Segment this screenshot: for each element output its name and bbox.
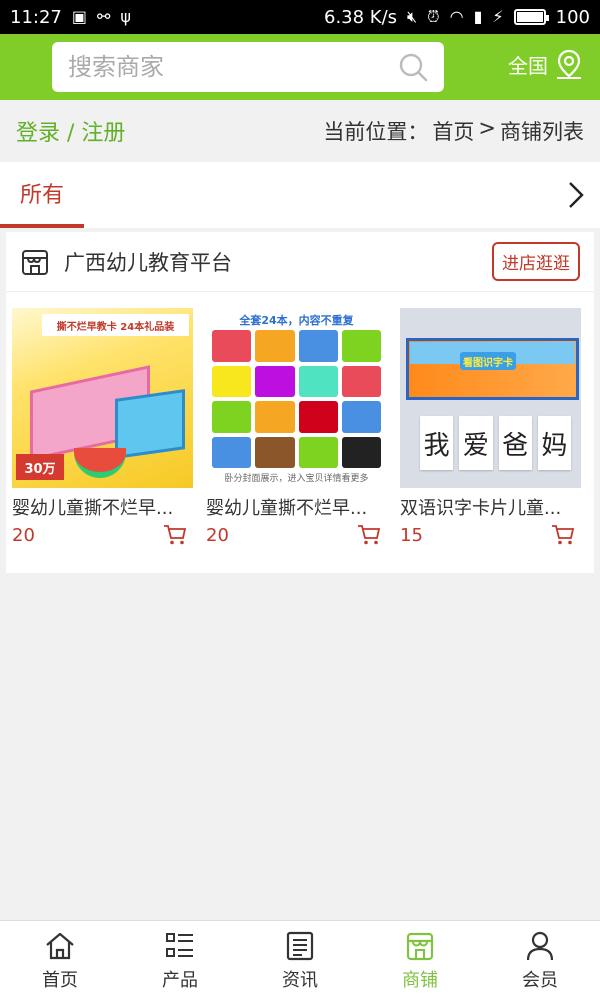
charging-icon: ⚡︎ xyxy=(492,7,504,26)
breadcrumb-separator: > xyxy=(478,116,496,140)
nav-label: 资讯 xyxy=(282,969,318,991)
word-card: 我 xyxy=(420,416,454,470)
word-card: 爸 xyxy=(498,416,532,470)
network-speed: 6.38 K/s xyxy=(324,6,398,28)
user-icon xyxy=(526,931,554,960)
product-image-sign: 看图识字卡 xyxy=(460,352,516,370)
header: 全国 xyxy=(0,34,600,100)
nav-item-news[interactable]: 资讯 xyxy=(240,921,360,1000)
product-item[interactable]: 看图识字卡 我 爱 爸 妈 双语识字卡片儿童... 15 xyxy=(400,308,581,546)
product-image[interactable]: 撕不烂早教卡 24本礼品装 30万 xyxy=(12,308,193,488)
watermelon-illustration xyxy=(74,448,126,478)
visit-shop-button[interactable]: 进店逛逛 xyxy=(492,242,580,281)
product-image[interactable]: 看图识字卡 我 爱 爸 妈 xyxy=(400,308,581,488)
shop-icon xyxy=(406,932,434,960)
breadcrumb-home[interactable]: 首页 xyxy=(432,116,474,146)
nav-label: 商铺 xyxy=(402,969,438,991)
login-register-link[interactable]: 登录 / 注册 xyxy=(16,115,125,147)
status-time: 11:27 xyxy=(10,6,62,28)
shop-card: 广西幼儿教育平台 进店逛逛 撕不烂早教卡 24本礼品装 30万 婴幼儿童撕不烂早… xyxy=(6,232,594,573)
word-card: 妈 xyxy=(537,416,571,470)
chevron-right-icon[interactable] xyxy=(566,180,586,210)
tab-all[interactable]: 所有 xyxy=(0,162,84,228)
wifi-icon: ◠ xyxy=(449,7,464,26)
product-image-tag: 30万 xyxy=(16,454,64,480)
usb-icon: ψ xyxy=(120,7,131,26)
product-list: 撕不烂早教卡 24本礼品装 30万 婴幼儿童撕不烂早... 20 全套24本，内… xyxy=(6,292,594,546)
product-item[interactable]: 全套24本，内容不重复 卧分封面展示，进入宝贝详情看更多 婴幼儿童撕不烂早...… xyxy=(206,308,387,546)
region-label: 全国 xyxy=(508,53,548,78)
product-title[interactable]: 婴幼儿童撕不烂早... xyxy=(12,494,193,520)
search-input[interactable] xyxy=(68,53,398,81)
nav-item-products[interactable]: 产品 xyxy=(120,921,240,1000)
storefront-icon xyxy=(22,249,48,275)
search-icon[interactable] xyxy=(398,52,428,82)
product-item[interactable]: 撕不烂早教卡 24本礼品装 30万 婴幼儿童撕不烂早... 20 xyxy=(12,308,193,546)
region-selector[interactable]: 全国 xyxy=(508,48,584,80)
breadcrumb-label: 当前位置： xyxy=(323,120,429,144)
nav-label: 产品 xyxy=(162,969,198,991)
book-grid-illustration xyxy=(212,330,381,468)
product-price: 15 xyxy=(400,524,423,546)
news-icon xyxy=(286,931,314,960)
product-image[interactable]: 全套24本，内容不重复 卧分封面展示，进入宝贝详情看更多 xyxy=(206,308,387,488)
image-notification-icon: ▣ xyxy=(71,7,87,26)
nav-label: 首页 xyxy=(42,969,78,991)
breadcrumb: 当前位置： 首页 > 商铺列表 xyxy=(323,116,584,146)
breadcrumb-current: 商铺列表 xyxy=(500,120,584,144)
status-bar: 11:27 ▣ ⚯ ψ 6.38 K/s 🔇︎ ⏰︎ ◠ ▮ ⚡︎ 100 xyxy=(0,0,600,34)
search-box[interactable] xyxy=(52,42,444,92)
category-tabbar: 所有 xyxy=(0,162,600,228)
share-notification-icon: ⚯ xyxy=(97,7,111,26)
shop-name[interactable]: 广西幼儿教育平台 xyxy=(64,247,232,277)
breadcrumb-row: 登录 / 注册 当前位置： 首页 > 商铺列表 xyxy=(0,100,600,162)
shop-header: 广西幼儿教育平台 进店逛逛 xyxy=(6,232,594,292)
cart-icon[interactable] xyxy=(163,524,187,546)
nav-label: 会员 xyxy=(522,969,558,991)
product-image-banner: 全套24本，内容不重复 xyxy=(239,314,354,327)
battery-level: 100 xyxy=(555,6,590,28)
word-cards: 我 爱 爸 妈 xyxy=(420,416,571,470)
signal-icon: ▮ xyxy=(473,7,483,26)
product-title[interactable]: 双语识字卡片儿童... xyxy=(400,494,581,520)
mute-icon: 🔇︎ xyxy=(407,7,418,26)
nav-item-shops[interactable]: 商铺 xyxy=(360,921,480,1000)
product-price: 20 xyxy=(12,524,35,546)
product-image-caption: 卧分封面展示，进入宝贝详情看更多 xyxy=(224,474,369,484)
product-image-banner: 撕不烂早教卡 24本礼品装 xyxy=(42,314,189,336)
product-price: 20 xyxy=(206,524,229,546)
word-card: 爱 xyxy=(459,416,493,470)
battery-icon xyxy=(513,9,549,25)
alarm-icon: ⏰︎ xyxy=(427,7,440,26)
list-icon xyxy=(166,932,193,957)
home-icon xyxy=(46,932,74,959)
product-title[interactable]: 婴幼儿童撕不烂早... xyxy=(206,494,387,520)
location-icon xyxy=(557,49,581,79)
cart-icon[interactable] xyxy=(551,524,575,546)
cart-icon[interactable] xyxy=(357,524,381,546)
bottom-nav: 首页 产品 资讯 商铺 会员 xyxy=(0,920,600,1000)
nav-item-home[interactable]: 首页 xyxy=(0,921,120,1000)
nav-item-member[interactable]: 会员 xyxy=(480,921,600,1000)
